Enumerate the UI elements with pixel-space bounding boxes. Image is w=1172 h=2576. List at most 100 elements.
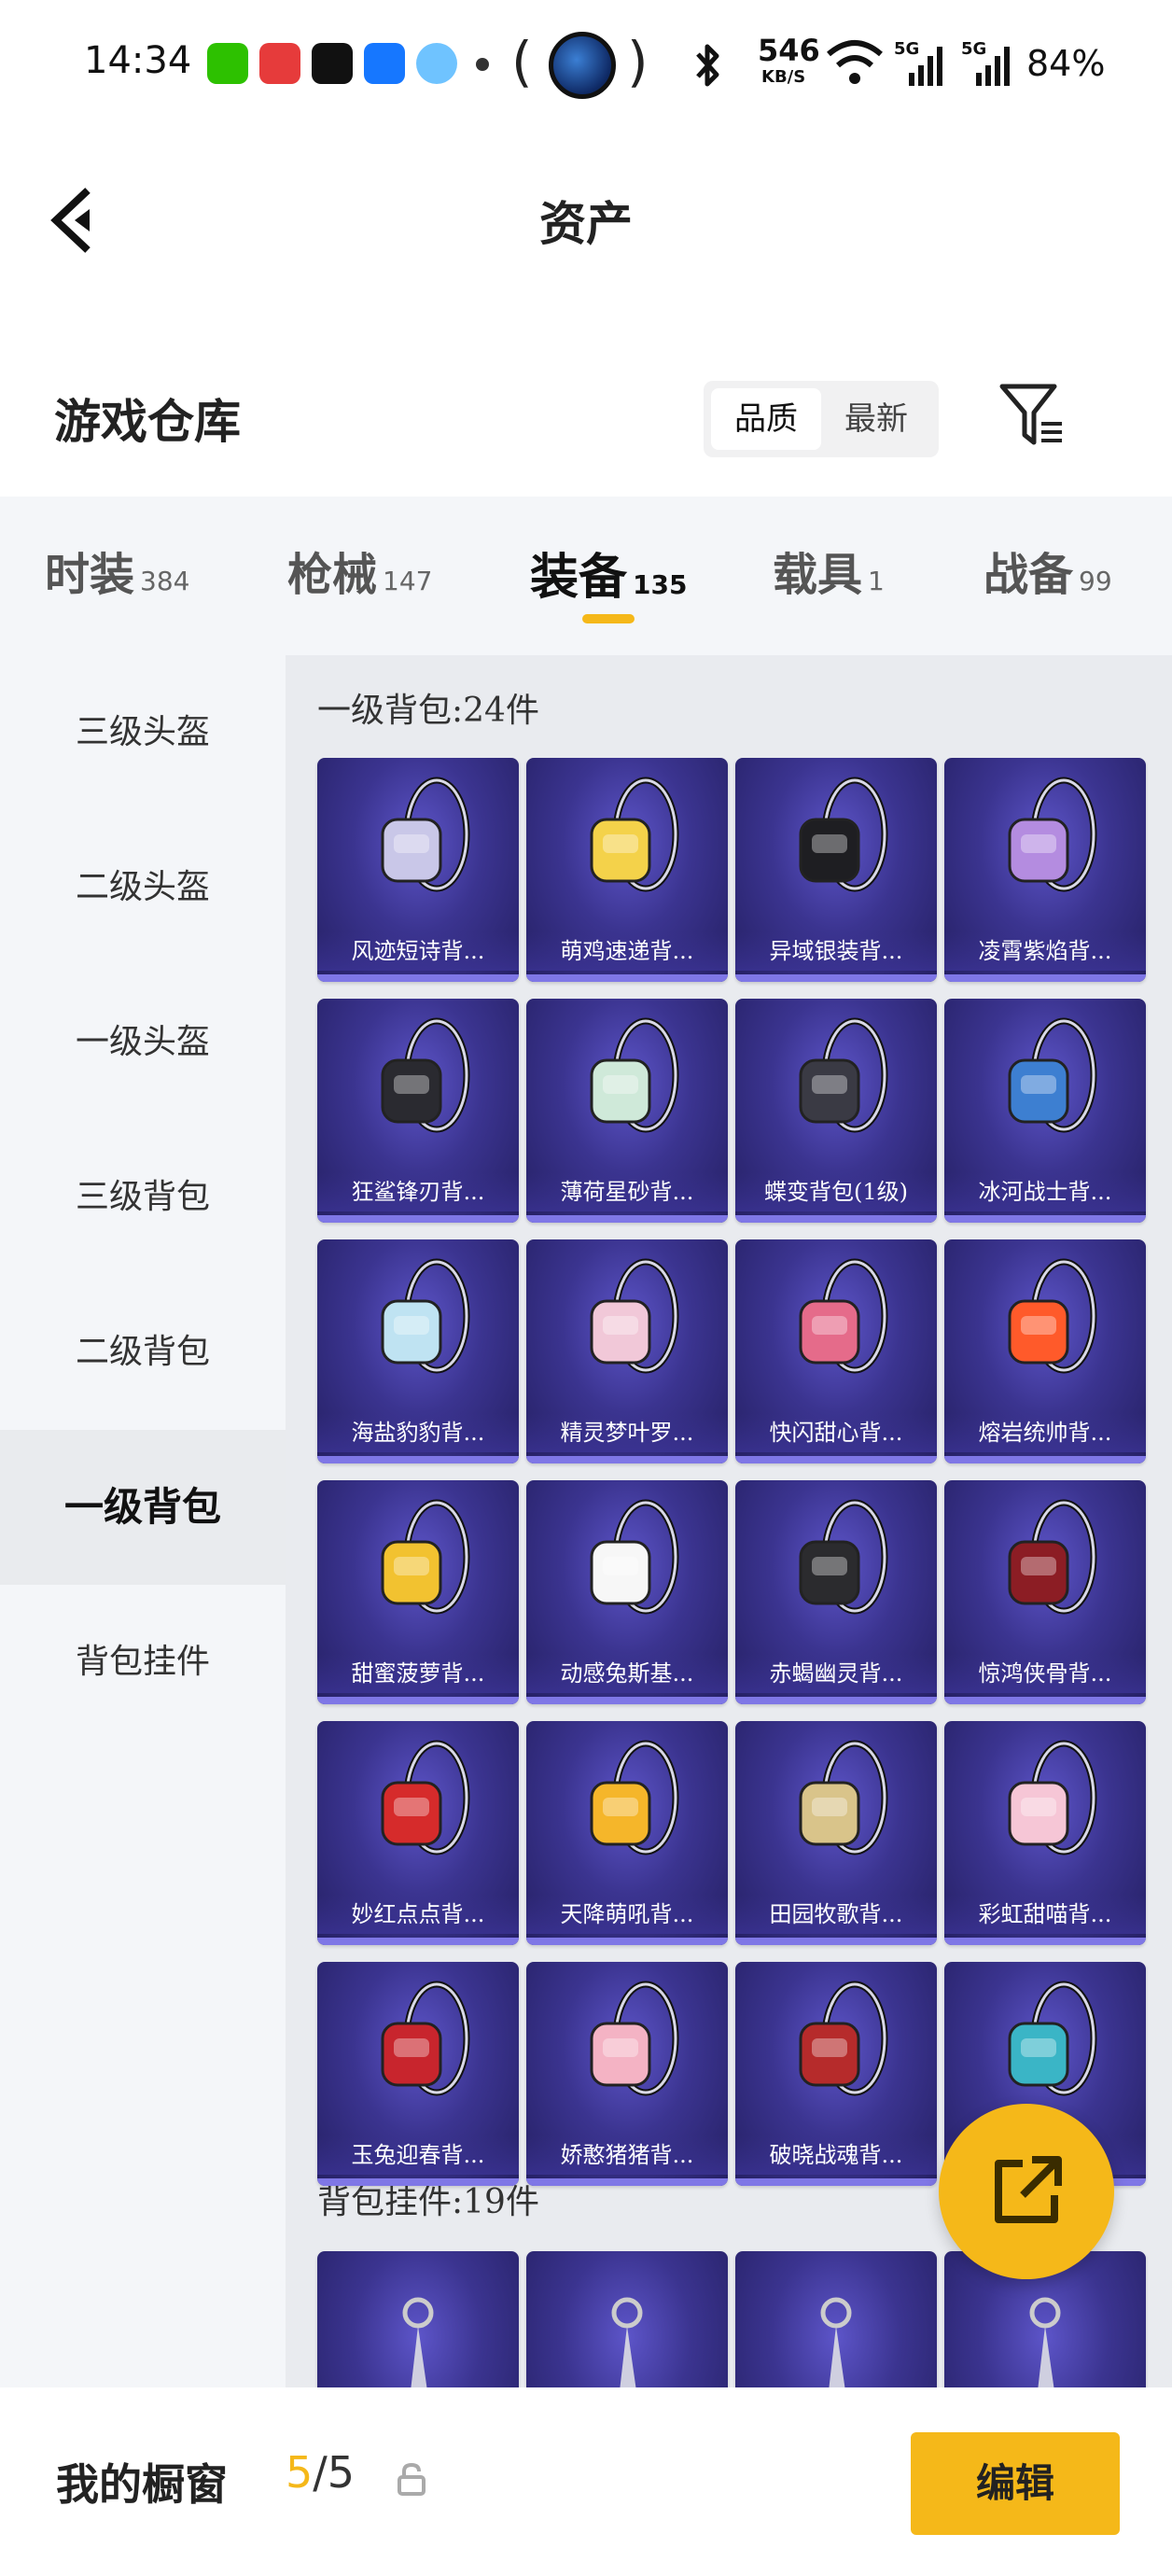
charm-item-card[interactable]	[526, 2251, 728, 2387]
item-name: 田园牧歌背...	[735, 1895, 937, 1934]
item-name: 妙红点点背...	[317, 1895, 519, 1934]
backpack-image	[590, 777, 679, 892]
backpack-image	[590, 1981, 679, 2096]
sidebar-item-level1-backpack[interactable]: 一级背包	[0, 1430, 286, 1585]
tab-equipment[interactable]: 装备 135	[530, 538, 687, 612]
status-bar: 14:34 ( ) 546 KB/S 5G 5G 84%	[0, 0, 1172, 131]
backpack-item-card[interactable]: 风迹短诗背...	[317, 758, 519, 982]
backpack-image	[590, 1017, 679, 1133]
wifi-icon	[827, 40, 883, 84]
backpack-item-card[interactable]: 玉兔迎春背...	[317, 1962, 519, 2186]
backpack-image	[1008, 1258, 1097, 1374]
backpack-item-card[interactable]: 破晓战魂背...	[735, 1962, 937, 2186]
backpack-image	[381, 1981, 470, 2096]
backpack-item-card[interactable]: 熔岩统帅背...	[944, 1239, 1146, 1463]
item-name: 异域银装背...	[735, 931, 937, 971]
backpack-item-card[interactable]: 娇憨猪猪背...	[526, 1962, 728, 2186]
tiktok-icon	[312, 43, 353, 84]
backpack-image	[799, 1499, 888, 1615]
item-name: 甜蜜菠萝背...	[317, 1654, 519, 1693]
filter-icon[interactable]	[998, 381, 1066, 448]
group-title-backpacks: 一级背包:24件	[317, 692, 539, 730]
island-left-icon: (	[511, 30, 533, 93]
charm-item-card[interactable]	[735, 2251, 937, 2387]
bottom-bar: 我的橱窗 5/5 编辑	[0, 2387, 1172, 2576]
category-tabs: 时装 384 枪械 147 装备 135 载具 1 战备 99	[0, 497, 1172, 655]
backpack-item-card[interactable]: 薄荷星砂背...	[526, 999, 728, 1223]
item-name: 彩虹甜喵背...	[944, 1895, 1146, 1934]
tab-label: 时装	[45, 549, 135, 601]
backpack-item-card[interactable]: 蝶变背包(1级)	[735, 999, 937, 1223]
backpack-image	[1008, 1499, 1097, 1615]
backpack-item-card[interactable]: 田园牧歌背...	[735, 1721, 937, 1945]
item-name: 天降萌吼背...	[526, 1895, 728, 1934]
item-name: 熔岩统帅背...	[944, 1413, 1146, 1452]
backpack-item-card[interactable]: 惊鸿侠骨背...	[944, 1480, 1146, 1704]
backpack-item-card[interactable]: 冰河战士背...	[944, 999, 1146, 1223]
backpack-item-card[interactable]: 狂鲨锋刃背...	[317, 999, 519, 1223]
backpack-image	[381, 1258, 470, 1374]
backpack-item-card[interactable]: 甜蜜菠萝背...	[317, 1480, 519, 1704]
item-name: 蝶变背包(1级)	[735, 1172, 937, 1211]
island-right-icon: )	[627, 30, 649, 93]
charm-image	[402, 2297, 434, 2387]
backpack-image	[799, 1981, 888, 2096]
tab-count: 99	[1079, 566, 1112, 596]
item-name: 萌鸡速递背...	[526, 931, 728, 971]
live-activity-avatar	[549, 32, 616, 99]
item-name: 玉兔迎春背...	[317, 2135, 519, 2175]
tab-label: 战备	[984, 549, 1074, 601]
share-fab[interactable]	[939, 2104, 1114, 2279]
sort-newest-button[interactable]: 最新	[821, 388, 931, 450]
edit-button[interactable]: 编辑	[911, 2432, 1120, 2535]
net-speed: 546	[758, 33, 820, 68]
backpack-item-card[interactable]: 萌鸡速递背...	[526, 758, 728, 982]
backpack-item-card[interactable]: 天降萌吼背...	[526, 1721, 728, 1945]
backpack-image	[799, 1740, 888, 1855]
signal-1-icon	[909, 47, 942, 86]
tab-vehicles[interactable]: 载具 1	[773, 538, 885, 612]
backpack-image	[381, 1017, 470, 1133]
backpack-item-card[interactable]: 精灵梦叶罗...	[526, 1239, 728, 1463]
sort-toggle: 品质 最新	[704, 381, 939, 457]
tab-label: 装备	[530, 549, 628, 606]
backpack-item-card[interactable]: 凌霄紫焰背...	[944, 758, 1146, 982]
sidebar-item-level2-helmet[interactable]: 二级头盔	[0, 810, 286, 965]
backpack-item-card[interactable]: 妙红点点背...	[317, 1721, 519, 1945]
sort-quality-button[interactable]: 品质	[711, 388, 821, 450]
item-name: 快闪甜心背...	[735, 1413, 937, 1452]
item-name: 动感兔斯基...	[526, 1654, 728, 1693]
item-name: 娇憨猪猪背...	[526, 2135, 728, 2175]
battery-level: 84%	[1026, 43, 1106, 84]
backpack-image	[799, 777, 888, 892]
page-title: 资产	[539, 196, 633, 251]
showcase-current: 5	[286, 2447, 314, 2498]
backpack-item-card[interactable]: 彩虹甜喵背...	[944, 1721, 1146, 1945]
section-title: 游戏仓库	[54, 394, 241, 449]
bluetooth-icon	[696, 44, 719, 87]
tab-supplies[interactable]: 战备 99	[984, 538, 1112, 612]
showcase-count: 5/5	[286, 2447, 355, 2498]
item-name: 冰河战士背...	[944, 1172, 1146, 1211]
sidebar-item-level1-helmet[interactable]: 一级头盔	[0, 965, 286, 1120]
sidebar-item-level3-helmet[interactable]: 三级头盔	[0, 655, 286, 810]
backpack-image	[381, 1499, 470, 1615]
charm-item-card[interactable]	[317, 2251, 519, 2387]
wechat-icon	[207, 43, 248, 84]
backpack-item-card[interactable]: 异域银装背...	[735, 758, 937, 982]
sidebar-item-level2-backpack[interactable]: 二级背包	[0, 1275, 286, 1430]
backpack-item-card[interactable]: 赤蝎幽灵背...	[735, 1480, 937, 1704]
tab-fashion[interactable]: 时装 384	[45, 538, 189, 612]
tab-firearms[interactable]: 枪械 147	[287, 538, 432, 612]
tab-active-indicator	[582, 614, 635, 623]
tab-label: 载具	[773, 549, 863, 601]
backpack-item-card[interactable]: 动感兔斯基...	[526, 1480, 728, 1704]
backpack-item-card[interactable]: 快闪甜心背...	[735, 1239, 937, 1463]
backpack-image	[590, 1258, 679, 1374]
sidebar-item-level3-backpack[interactable]: 三级背包	[0, 1120, 286, 1275]
share-icon	[995, 2156, 1062, 2223]
backpack-item-card[interactable]: 海盐豹豹背...	[317, 1239, 519, 1463]
tab-count: 384	[140, 566, 190, 596]
sidebar-item-backpack-charm[interactable]: 背包挂件	[0, 1585, 286, 1740]
app-icon	[259, 43, 300, 84]
